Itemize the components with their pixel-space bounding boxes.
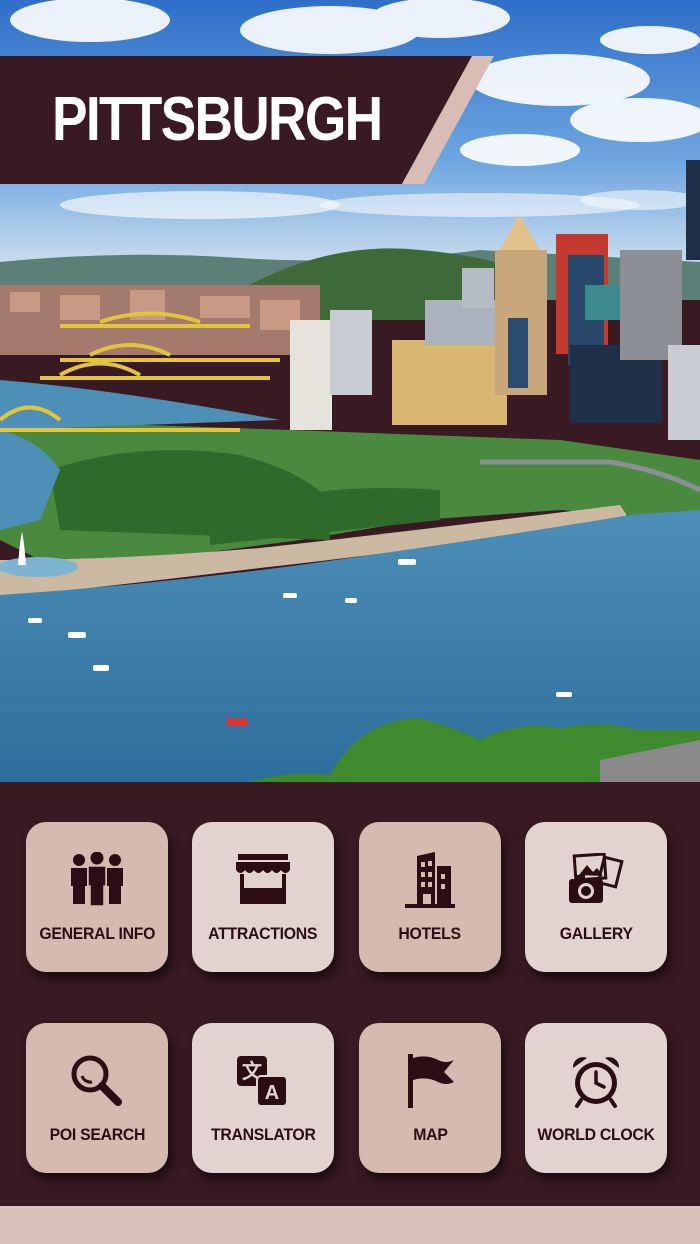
poi-search-label: POI SEARCH [49, 1125, 145, 1144]
poi-search-button[interactable]: POI SEARCH [26, 1023, 168, 1173]
map-label: MAP [412, 1125, 448, 1144]
svg-text:A: A [265, 1082, 279, 1104]
translate-icon: 文 A [233, 1051, 293, 1111]
attractions-label: ATTRACTIONS [208, 924, 318, 943]
gallery-label: GALLERY [559, 924, 633, 943]
people-group-icon [67, 850, 127, 910]
app-title: PITTSBURGH [52, 85, 383, 154]
flag-icon [400, 1051, 460, 1111]
hotel-building-icon [400, 850, 460, 910]
world-clock-button[interactable]: WORLD CLOCK [525, 1023, 667, 1173]
hotels-button[interactable]: HOTELS [359, 822, 501, 972]
translator-button[interactable]: 文 A TRANSLATOR [192, 1023, 334, 1173]
menu-panel: GENERAL INFO ATTRACTIONS HOTELS GALLERY … [0, 782, 700, 1206]
gallery-button[interactable]: GALLERY [525, 822, 667, 972]
hotels-label: HOTELS [398, 924, 462, 943]
translator-label: TRANSLATOR [210, 1125, 316, 1144]
alarm-clock-icon [566, 1051, 626, 1111]
bottom-bar [0, 1206, 700, 1244]
magnifier-icon [67, 1051, 127, 1111]
general-info-button[interactable]: GENERAL INFO [26, 822, 168, 972]
map-button[interactable]: MAP [359, 1023, 501, 1173]
gallery-photos-icon [566, 850, 626, 910]
world-clock-label: WORLD CLOCK [537, 1125, 655, 1144]
attractions-button[interactable]: ATTRACTIONS [192, 822, 334, 972]
general-info-label: GENERAL INFO [39, 924, 155, 943]
storefront-icon [233, 850, 293, 910]
